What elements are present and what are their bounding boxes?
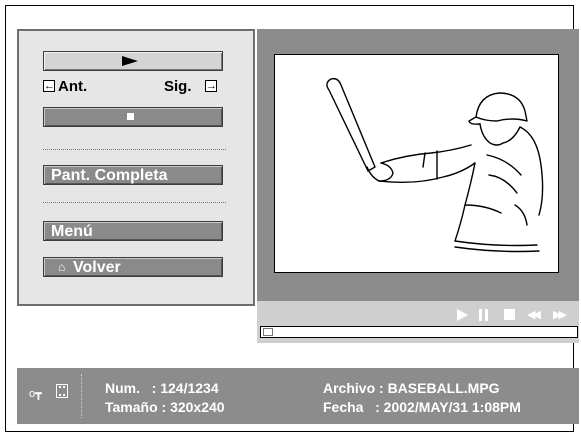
menu-label: Menú — [51, 223, 93, 240]
left-arrow-icon[interactable]: ← — [43, 80, 55, 92]
stop-control-icon[interactable] — [504, 309, 515, 320]
prev-next-row: ← Ant. Sig. → — [43, 78, 223, 96]
separator — [43, 149, 226, 150]
key-icon: o┳ — [29, 388, 42, 400]
stop-icon — [127, 113, 134, 120]
menu-button[interactable]: Menú — [43, 221, 223, 241]
fullscreen-label: Pant. Completa — [51, 167, 168, 184]
right-arrow-icon[interactable]: → — [205, 80, 217, 92]
control-panel: ← Ant. Sig. → Pant. Completa Menú ⌂ Volv… — [17, 29, 255, 306]
back-button[interactable]: ⌂ Volver — [43, 257, 223, 277]
play-button[interactable] — [43, 51, 223, 71]
fullscreen-button[interactable]: Pant. Completa — [43, 165, 223, 185]
separator — [43, 202, 226, 203]
film-icon — [56, 384, 68, 398]
home-icon: ⌂ — [58, 260, 66, 274]
fast-forward-icon[interactable]: ▶▶ — [553, 309, 567, 321]
rewind-icon[interactable]: ◀◀ — [527, 309, 541, 321]
progress-bar[interactable] — [260, 326, 578, 338]
back-label: Volver — [73, 259, 121, 276]
prev-label[interactable]: Ant. — [58, 78, 87, 95]
play-control-icon[interactable] — [457, 309, 468, 321]
date-value: Fecha : 2002/MAY/31 1:08PM — [323, 399, 521, 415]
stop-button[interactable] — [43, 107, 223, 127]
num-value: Num. : 124/1234 — [105, 380, 219, 396]
play-icon — [122, 56, 138, 66]
progress-thumb[interactable] — [263, 328, 273, 336]
video-frame — [274, 54, 559, 273]
baseball-player-image — [326, 77, 544, 253]
next-label[interactable]: Sig. — [164, 78, 192, 95]
size-value: Tamaño : 320x240 — [105, 399, 225, 415]
info-bar: o┳ Num. : 124/1234 Tamaño : 320x240 Arch… — [17, 368, 579, 424]
pause-control-icon[interactable] — [479, 309, 489, 321]
file-value: Archivo : BASEBALL.MPG — [323, 380, 500, 396]
info-separator — [81, 374, 82, 418]
